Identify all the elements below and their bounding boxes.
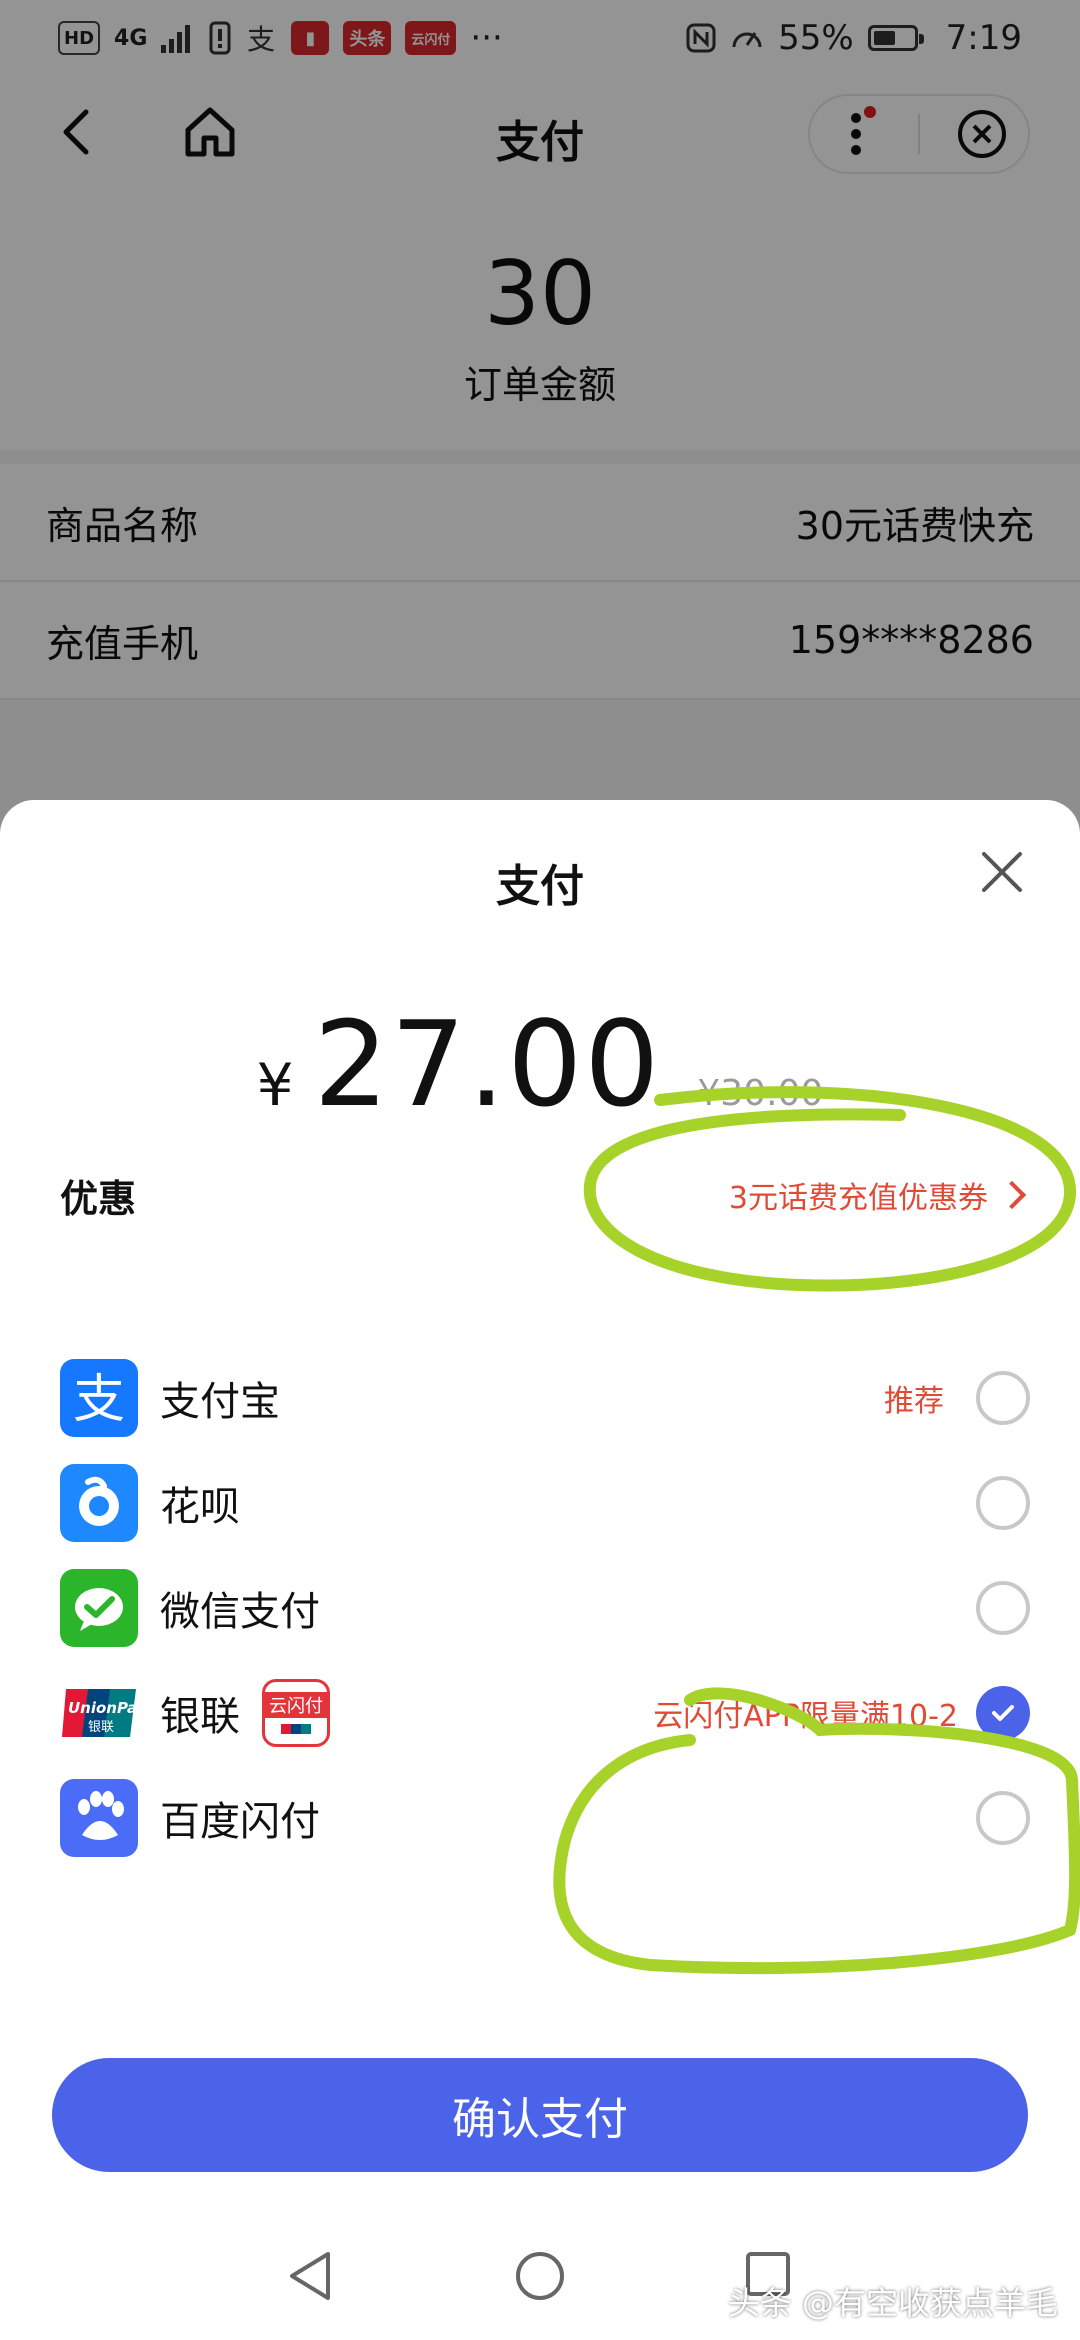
price-row: ¥ 27.00 ¥30.00 [0, 995, 1080, 1145]
method-label: 银联 [160, 1694, 240, 1740]
payment-method-unionpay[interactable]: UnionPay 银联 银联 云闪付 云闪付APP限量满10-2 [60, 1663, 1030, 1763]
discount-row[interactable]: 优惠 3元话费充值优惠券 [60, 1150, 1027, 1240]
system-back-button[interactable] [286, 2250, 334, 2306]
radio-huabei[interactable] [976, 1476, 1030, 1530]
check-icon [992, 1705, 1014, 1721]
promo-tag: 云闪付APP限量满10-2 [653, 1699, 958, 1734]
method-label: 微信支付 [160, 1589, 320, 1635]
svg-text:支: 支 [73, 1370, 125, 1430]
ysf-logo-text: 云闪付 [265, 1692, 327, 1718]
currency-symbol: ¥ [256, 1051, 294, 1119]
radio-wechat[interactable] [976, 1581, 1030, 1635]
confirm-pay-button[interactable]: 确认支付 [52, 2058, 1028, 2172]
discount-label: 优惠 [60, 1176, 137, 1221]
coupon-text: 3元话费充值优惠券 [728, 1181, 988, 1216]
recommend-tag: 推荐 [884, 1384, 944, 1419]
method-label: 花呗 [160, 1484, 240, 1530]
ysf-stripes [281, 1724, 311, 1734]
coupon-selector[interactable]: 3元话费充值优惠券 [728, 1173, 1027, 1217]
method-label: 百度闪付 [160, 1799, 320, 1845]
payment-method-huabei[interactable]: 花呗 [60, 1453, 1030, 1553]
original-price: ¥30.00 [697, 1073, 824, 1114]
svg-text:银联: 银联 [88, 1720, 114, 1735]
huabei-icon [60, 1464, 138, 1542]
triangle-back-icon [290, 2252, 330, 2300]
ysf-icon: 云闪付 [262, 1679, 330, 1747]
watermark: 头条 @有空收获点羊毛 [727, 2284, 1058, 2322]
payment-method-wechat[interactable]: 微信支付 [60, 1558, 1030, 1658]
svg-text:UnionPay: UnionPay [68, 1699, 138, 1717]
circle-home-icon [516, 2252, 564, 2300]
system-home-button[interactable] [514, 2250, 566, 2306]
method-label: 支付宝 [160, 1379, 280, 1425]
radio-unionpay[interactable] [976, 1686, 1030, 1740]
baidu-pay-icon [60, 1779, 138, 1857]
pay-price: 27.00 [313, 995, 662, 1133]
close-icon [982, 852, 1022, 892]
unionpay-icon: UnionPay 银联 [60, 1674, 138, 1752]
alipay-icon: 支 [60, 1359, 138, 1437]
sheet-close-button[interactable] [974, 844, 1030, 900]
radio-baidu[interactable] [976, 1791, 1030, 1845]
payment-method-alipay[interactable]: 支 支付宝 推荐 [60, 1348, 1030, 1448]
wechat-pay-icon [60, 1569, 138, 1647]
radio-alipay[interactable] [976, 1371, 1030, 1425]
sheet-title: 支付 [496, 861, 584, 912]
chevron-right-icon [997, 1180, 1027, 1210]
payment-method-baidu[interactable]: 百度闪付 [60, 1768, 1030, 1868]
